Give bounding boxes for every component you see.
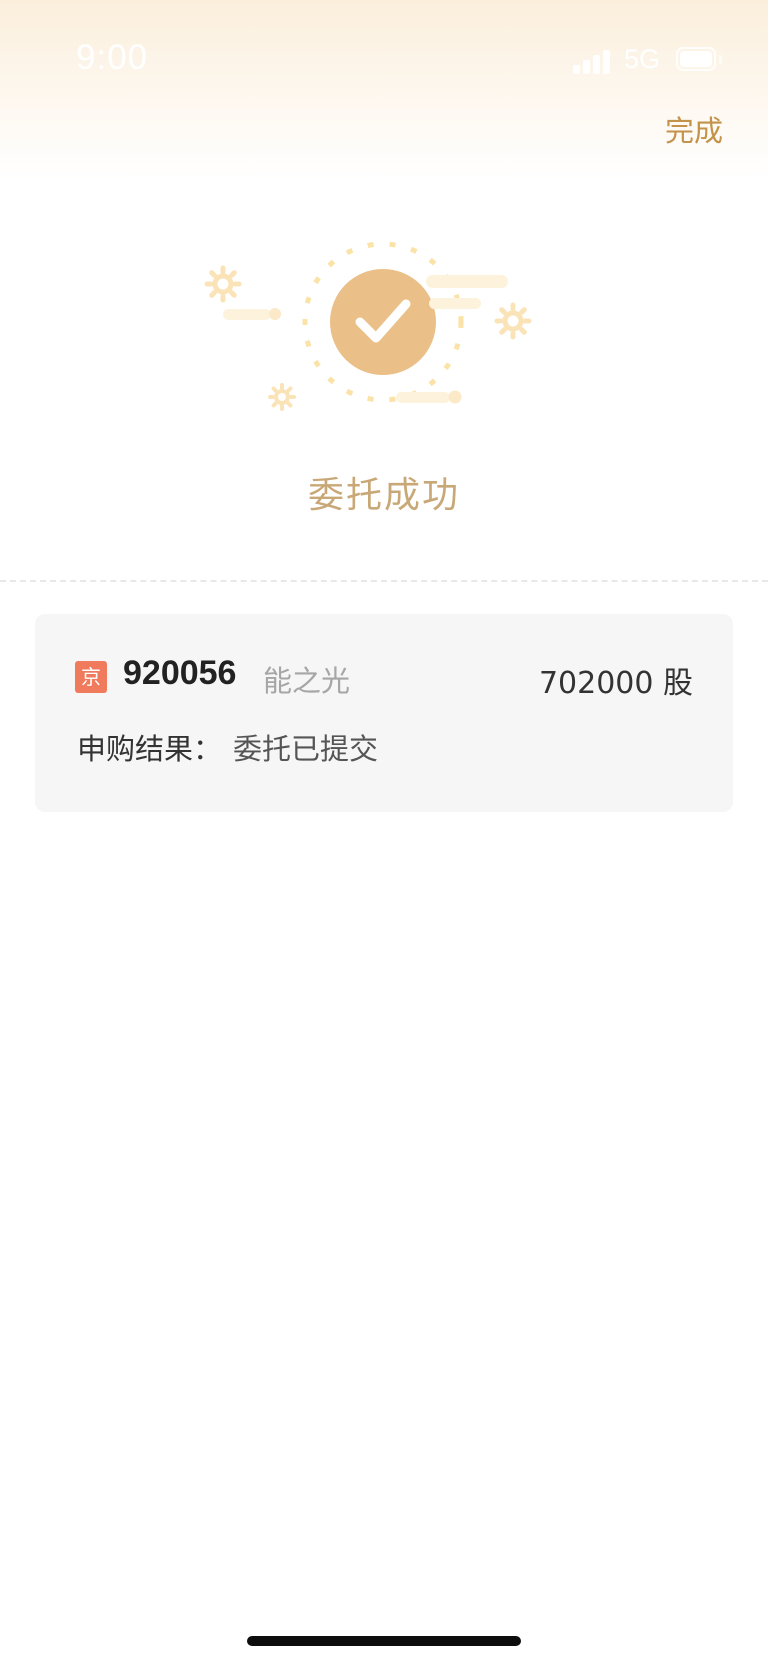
signal-icon bbox=[573, 48, 613, 74]
checkmark-circle-icon bbox=[204, 241, 532, 411]
status-bar: 9:00 5G bbox=[0, 0, 768, 120]
battery-tip bbox=[719, 55, 722, 64]
home-indicator[interactable] bbox=[247, 1636, 521, 1646]
order-card: 京 920056 能之光 702000 股 申购结果： 委托已提交 bbox=[35, 614, 733, 812]
stock-name: 能之光 bbox=[263, 664, 351, 698]
network-type: 5G bbox=[624, 44, 661, 74]
done-button[interactable]: 完成 bbox=[665, 108, 723, 150]
status-time: 9:00 bbox=[76, 38, 149, 77]
stock-code: 920056 bbox=[123, 654, 237, 692]
battery-icon bbox=[676, 47, 716, 71]
result-value: 委托已提交 bbox=[233, 732, 379, 766]
success-title: 委托成功 bbox=[307, 475, 460, 516]
order-quantity: 702000 股 bbox=[538, 666, 693, 701]
result-label: 申购结果： bbox=[77, 732, 223, 766]
market-badge: 京 bbox=[75, 661, 107, 693]
dashed-divider bbox=[0, 580, 768, 582]
